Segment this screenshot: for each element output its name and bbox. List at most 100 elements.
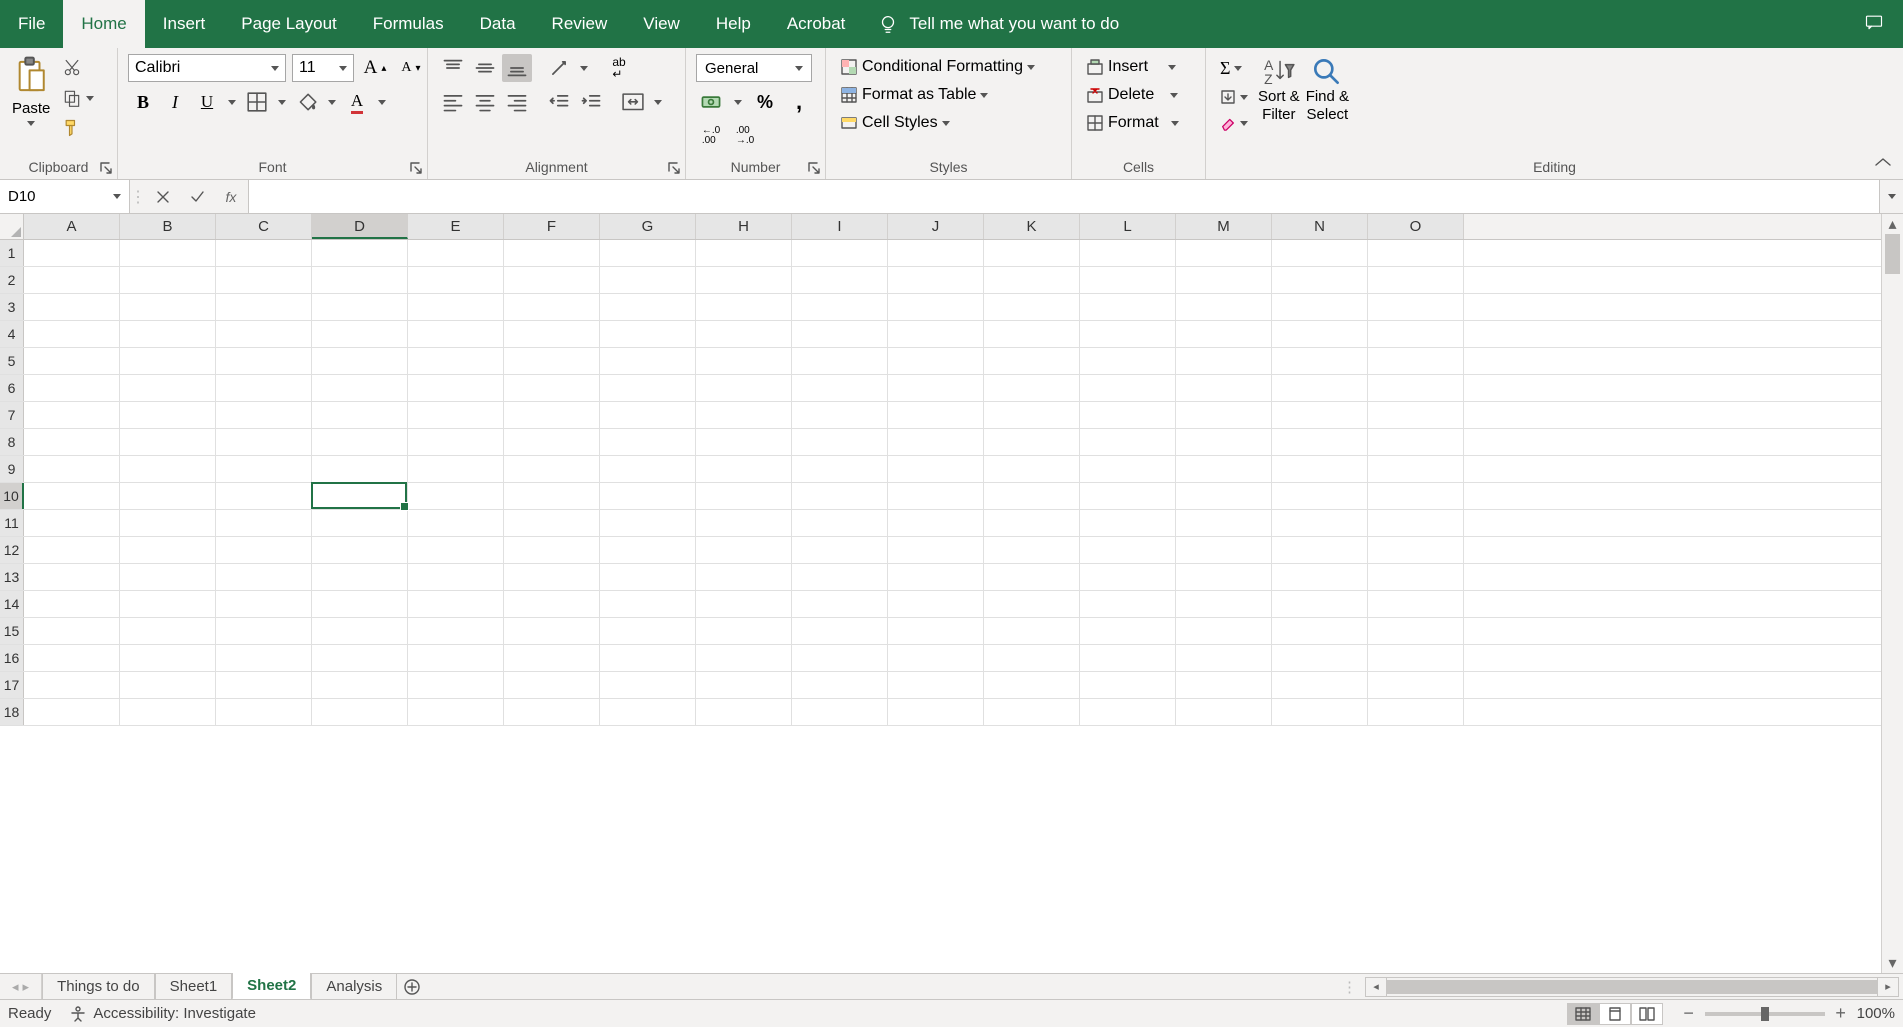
cell[interactable] [408, 348, 504, 374]
cell[interactable] [216, 510, 312, 536]
accounting-dropdown[interactable] [730, 98, 746, 107]
cell[interactable] [792, 402, 888, 428]
cell[interactable] [792, 294, 888, 320]
cell[interactable] [120, 402, 216, 428]
accessibility-status[interactable]: Accessibility: Investigate [69, 1005, 256, 1023]
number-format-select[interactable]: General [696, 54, 812, 82]
cell[interactable] [1272, 483, 1368, 509]
cell[interactable] [120, 456, 216, 482]
cell[interactable] [888, 321, 984, 347]
zoom-slider[interactable] [1705, 1012, 1825, 1016]
cell[interactable] [696, 672, 792, 698]
dialog-launcher[interactable] [807, 161, 821, 175]
cell[interactable] [312, 591, 408, 617]
cell[interactable] [600, 348, 696, 374]
cell[interactable] [696, 267, 792, 293]
cell[interactable] [1368, 456, 1464, 482]
cell[interactable] [216, 483, 312, 509]
increase-decimal-button[interactable]: ←.0.00 [696, 122, 726, 150]
cell[interactable] [600, 564, 696, 590]
cell[interactable] [504, 375, 600, 401]
cell[interactable] [24, 483, 120, 509]
cell[interactable] [888, 672, 984, 698]
cell[interactable] [408, 645, 504, 671]
cell[interactable] [984, 294, 1080, 320]
cell[interactable] [792, 375, 888, 401]
cell[interactable] [408, 267, 504, 293]
cell[interactable] [600, 375, 696, 401]
cell[interactable] [504, 699, 600, 725]
cell[interactable] [1080, 240, 1176, 266]
cell[interactable] [1272, 699, 1368, 725]
increase-indent-button[interactable] [576, 88, 606, 116]
cell[interactable] [24, 699, 120, 725]
row-header[interactable]: 2 [0, 267, 24, 293]
cell[interactable] [24, 240, 120, 266]
cell[interactable] [1176, 645, 1272, 671]
new-sheet-button[interactable] [397, 974, 427, 999]
cell[interactable] [600, 618, 696, 644]
format-cells-button[interactable]: Format [1082, 112, 1183, 134]
formula-input[interactable] [249, 180, 1879, 213]
cell[interactable] [792, 591, 888, 617]
row-header[interactable]: 8 [0, 429, 24, 455]
cell[interactable] [1176, 294, 1272, 320]
cell[interactable] [984, 375, 1080, 401]
tab-acrobat[interactable]: Acrobat [769, 0, 864, 48]
scroll-down-button[interactable]: ▾ [1882, 953, 1903, 973]
cell[interactable] [216, 267, 312, 293]
cell[interactable] [24, 591, 120, 617]
cell[interactable] [792, 672, 888, 698]
cell[interactable] [312, 537, 408, 563]
column-header[interactable]: A [24, 214, 120, 239]
clear-button[interactable] [1216, 113, 1252, 133]
cell[interactable] [24, 429, 120, 455]
cell[interactable] [888, 537, 984, 563]
cell[interactable] [696, 537, 792, 563]
cell[interactable] [1176, 456, 1272, 482]
select-all-corner[interactable] [0, 214, 24, 239]
dialog-launcher[interactable] [409, 161, 423, 175]
scroll-up-button[interactable]: ▴ [1882, 214, 1903, 234]
cancel-formula-button[interactable] [146, 180, 180, 213]
collapse-ribbon-button[interactable] [1873, 155, 1893, 173]
cell[interactable] [696, 321, 792, 347]
cell[interactable] [888, 645, 984, 671]
cell[interactable] [984, 267, 1080, 293]
cell[interactable] [984, 429, 1080, 455]
cell[interactable] [312, 483, 408, 509]
column-header[interactable]: N [1272, 214, 1368, 239]
sort-filter-button[interactable]: AZ Sort & Filter [1258, 56, 1300, 124]
cell[interactable] [888, 375, 984, 401]
font-size-select[interactable]: 11 [292, 54, 354, 82]
cell[interactable] [408, 429, 504, 455]
cell[interactable] [1368, 267, 1464, 293]
wrap-text-button[interactable]: ab↵ [604, 54, 634, 82]
tab-home[interactable]: Home [63, 0, 144, 48]
cell[interactable] [120, 375, 216, 401]
cell[interactable] [600, 294, 696, 320]
merge-dropdown[interactable] [650, 98, 666, 107]
cell[interactable] [24, 645, 120, 671]
row-header[interactable]: 3 [0, 294, 24, 320]
cell[interactable] [24, 321, 120, 347]
cell[interactable] [696, 618, 792, 644]
cell[interactable] [504, 645, 600, 671]
tab-help[interactable]: Help [698, 0, 769, 48]
cell[interactable] [984, 699, 1080, 725]
borders-dropdown[interactable] [274, 98, 290, 107]
cell[interactable] [696, 510, 792, 536]
column-header[interactable]: H [696, 214, 792, 239]
column-header[interactable]: I [792, 214, 888, 239]
row-header[interactable]: 13 [0, 564, 24, 590]
insert-cells-button[interactable]: Insert [1082, 56, 1180, 78]
cell[interactable] [1368, 402, 1464, 428]
cell[interactable] [1080, 591, 1176, 617]
row-header[interactable]: 6 [0, 375, 24, 401]
cell[interactable] [504, 321, 600, 347]
cell[interactable] [1080, 564, 1176, 590]
cell[interactable] [1368, 537, 1464, 563]
percent-button[interactable]: % [750, 88, 780, 116]
cell[interactable] [24, 294, 120, 320]
cell[interactable] [600, 672, 696, 698]
